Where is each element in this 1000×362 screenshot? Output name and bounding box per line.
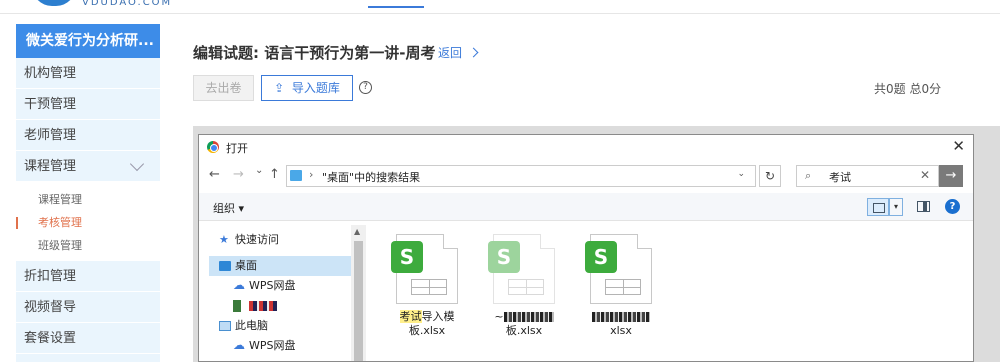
preview-pane-icon[interactable] [917,201,930,212]
nav-item-this-pc[interactable]: 此电脑 [209,316,351,336]
nav-pane-scrollbar[interactable]: ▲ [351,225,366,361]
nav-item-label: WPS网盘 [249,279,296,292]
redacted-file-name [503,312,554,322]
sidebar-brand[interactable]: 微关爱行为分析研... [16,24,160,58]
nav-item-user-folder[interactable] [223,296,351,316]
back-link-label: 返回 [438,46,463,60]
nav-item-label: 此电脑 [235,319,268,332]
sidebar-item-intervention[interactable]: 干预管理 [16,89,160,120]
file-item[interactable]: S xlsx [576,234,666,338]
file-name-line2: xlsx [610,324,632,337]
sidebar-item-courses[interactable]: 课程管理 [16,151,160,182]
user-folder-icon [233,300,241,312]
cloud-icon: ☁ [233,278,245,292]
recent-locations-icon[interactable]: ⌄ [255,165,263,176]
address-path: "桌面"中的搜索结果 [322,171,421,184]
computer-icon [219,321,231,331]
upload-icon: ⇪ [274,81,285,95]
search-query: 考试 [829,171,851,184]
top-header: VDUDAO.COM [0,0,1000,14]
nav-item-label: 快速访问 [235,233,279,246]
import-button-label: 导入题库 [291,81,340,95]
up-arrow-icon[interactable]: ↑ [269,167,280,182]
chevron-right-icon [468,47,479,58]
forward-arrow-icon[interactable]: → [233,167,244,182]
address-row: ← → ⌄ ↑ › "桌面"中的搜索结果 ⌄ ↻ ⌕ 考试 ✕ → [199,159,973,193]
export-paper-button[interactable]: 去出卷 [193,75,254,101]
file-name: 考试导入模 板.xlsx [382,310,472,338]
sidebar-subitem-classes[interactable]: 班级管理 [16,234,160,257]
help-icon[interactable]: ? [359,81,372,94]
logo-icon [32,0,76,6]
file-name-prefix: ~ [494,310,504,323]
back-link[interactable]: 返回 [438,44,479,61]
nav-item-label: WPS网盘 [249,339,296,352]
sidebar-item-label: 课程管理 [24,159,77,174]
sidebar-item-video-supervision[interactable]: 视频督导 [16,292,160,323]
search-icon: ⌕ [805,169,812,182]
dialog-toolbar: 组织 ▾ ▾ ? [199,193,973,221]
spreadsheet-file-icon: S [488,234,555,304]
question-totals: 共0题 总0分 [874,82,942,96]
sidebar-subitem-exams[interactable]: 考核管理 [16,211,160,234]
chevron-down-icon[interactable]: ⌄ [737,169,745,179]
back-arrow-icon[interactable]: ← [209,167,220,182]
logo-text: VDUDAO.COM [82,0,173,8]
active-nav-indicator [368,6,424,8]
star-icon: ★ [219,233,229,246]
nav-item-quick-access[interactable]: ★ 快速访问 [209,230,351,250]
redacted-label [249,301,277,311]
sidebar-item-discounts[interactable]: 折扣管理 [16,261,160,292]
spreadsheet-file-icon: S [391,234,458,304]
sidebar: 微关爱行为分析研... 机构管理 干预管理 老师管理 课程管理 课程管理 考核管… [16,24,160,362]
folder-icon [290,170,302,181]
file-name-line2: 板.xlsx [408,324,446,337]
scroll-thumb[interactable] [354,241,363,361]
file-open-dialog: 打开 ✕ ← → ⌄ ↑ › "桌面"中的搜索结果 ⌄ ↻ ⌕ 考试 ✕ → 组… [198,134,974,362]
sidebar-subitem-courses[interactable]: 课程管理 [16,188,160,211]
address-bar[interactable]: › "桌面"中的搜索结果 ⌄ [286,165,756,187]
file-name-rest: 导入模 [421,310,455,323]
file-results: S 考试导入模 板.xlsx S ~ 板.xlsx S xlsx [366,222,973,361]
refresh-icon[interactable]: ↻ [759,165,781,187]
nav-item-desktop[interactable]: 桌面 [209,256,351,276]
sidebar-item-packages[interactable]: 套餐设置 [16,323,160,354]
dialog-titlebar: 打开 ✕ [199,135,973,159]
search-input[interactable]: ⌕ 考试 ✕ [796,165,939,187]
sidebar-item-org[interactable]: 机构管理 [16,58,160,89]
view-mode-dropdown[interactable]: ▾ [889,198,903,216]
dialog-help-icon[interactable]: ? [945,199,960,214]
breadcrumb-separator: › [309,168,314,181]
file-name: xlsx [576,310,666,338]
file-name-line2: 板.xlsx [505,324,543,337]
view-mode-icon[interactable] [867,198,889,216]
organize-button[interactable]: 组织 ▾ [213,200,244,216]
file-item[interactable]: S 考试导入模 板.xlsx [382,234,472,338]
cloud-icon: ☁ [233,338,245,352]
navigation-pane: ★ 快速访问 桌面 ☁ WPS网盘 此电脑 ☁ WPS网盘 [199,222,365,361]
chevron-down-icon [129,156,145,172]
nav-item-label: 桌面 [235,259,257,272]
search-go-button[interactable]: → [939,165,963,187]
sidebar-item-teachers[interactable]: 老师管理 [16,120,160,151]
file-name: ~ 板.xlsx [479,310,569,338]
clear-search-icon[interactable]: ✕ [920,168,930,182]
chrome-icon [207,141,219,153]
redacted-file-name [592,312,650,322]
page-title: 编辑试题: 语言干预行为第一讲-周考 [193,44,436,62]
close-icon[interactable]: ✕ [952,137,965,155]
file-name-highlight: 考试 [399,310,422,323]
dialog-title: 打开 [226,142,248,155]
nav-item-wps-drive-2[interactable]: ☁ WPS网盘 [223,336,351,356]
desktop-icon [219,261,231,271]
nav-item-wps-drive[interactable]: ☁ WPS网盘 [223,276,351,296]
file-item[interactable]: S ~ 板.xlsx [479,234,569,338]
scroll-up-icon[interactable]: ▲ [354,227,360,236]
sidebar-submenu: 课程管理 考核管理 班级管理 [16,182,160,261]
import-question-bank-button[interactable]: ⇪ 导入题库 [261,75,353,101]
spreadsheet-file-icon: S [585,234,652,304]
